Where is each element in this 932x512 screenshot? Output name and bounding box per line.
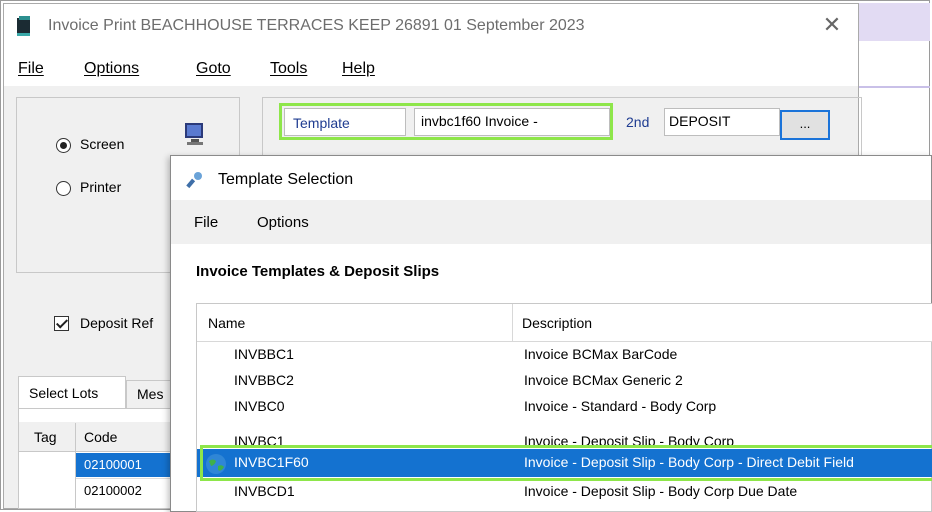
radio-screen[interactable]	[56, 138, 71, 153]
col-description[interactable]: Description	[522, 315, 592, 331]
monitor-icon	[185, 123, 203, 145]
main-window-title: Invoice Print BEACHHOUSE TERRACES KEEP 2…	[48, 17, 585, 34]
menu-goto[interactable]: Goto	[196, 60, 231, 78]
menu-options[interactable]: Options	[84, 60, 139, 78]
template-name: INVBCD1	[234, 483, 295, 499]
menu-tools[interactable]: Tools	[270, 60, 307, 78]
browse-template-button[interactable]: ...	[780, 110, 830, 140]
template-row[interactable]: INVBBC1 Invoice BCMax BarCode	[197, 343, 932, 367]
menu-help[interactable]: Help	[342, 60, 375, 78]
radio-printer[interactable]	[56, 181, 71, 196]
dialog-menu-options[interactable]: Options	[257, 214, 309, 231]
template-name: INVBC0	[234, 398, 285, 414]
template-highlight	[279, 103, 613, 140]
template-name: INVBBC1	[234, 346, 294, 362]
menu-file[interactable]: File	[18, 60, 44, 78]
column-separator[interactable]	[512, 304, 513, 342]
background-window-strip	[859, 3, 930, 41]
tab-messages-label: Mes	[137, 386, 164, 402]
template-row[interactable]: INVBC0 Invoice - Standard - Body Corp	[197, 395, 932, 419]
template-description: Invoice BCMax BarCode	[524, 346, 678, 362]
template-row[interactable]: INVBC1 Invoice - Deposit Slip - Body Cor…	[197, 420, 932, 448]
template-description: Invoice - Deposit Slip - Body Corp Due D…	[524, 483, 798, 499]
col-code: Code	[84, 429, 118, 445]
tab-select-lots[interactable]: Select Lots	[18, 376, 126, 408]
col-tag: Tag	[34, 429, 57, 445]
second-template-label: 2nd	[626, 114, 650, 130]
radio-printer-label: Printer	[80, 179, 122, 195]
dialog-heading: Invoice Templates & Deposit Slips	[196, 263, 440, 280]
deposit-ref-label: Deposit Ref	[80, 315, 154, 331]
main-menubar: File Options Goto Tools Help	[4, 52, 858, 86]
selected-row-highlight	[200, 445, 932, 481]
close-icon[interactable]: ✕	[818, 12, 846, 38]
template-description: Invoice - Standard - Body Corp	[524, 398, 717, 414]
col-name[interactable]: Name	[208, 315, 245, 331]
radio-screen-label: Screen	[80, 136, 125, 152]
wrench-icon	[186, 172, 202, 189]
app-book-icon	[17, 16, 30, 36]
lot-code: 02100001	[84, 457, 142, 472]
tab-select-lots-label: Select Lots	[29, 385, 99, 401]
deposit-ref-checkbox[interactable]	[54, 316, 69, 331]
dialog-menu-file[interactable]: File	[194, 214, 218, 231]
template-row[interactable]: INVBCD1 Invoice - Deposit Slip - Body Co…	[197, 480, 932, 504]
template-description: Invoice BCMax Generic 2	[524, 372, 683, 388]
dialog-menubar: File Options	[171, 200, 931, 244]
template-row[interactable]: INVBBC2 Invoice BCMax Generic 2	[197, 369, 932, 393]
background-divider	[859, 86, 930, 88]
template-name: INVBBC2	[234, 372, 294, 388]
dialog-title: Template Selection	[218, 171, 354, 188]
second-template-field[interactable]: DEPOSIT	[664, 108, 780, 136]
lot-code: 02100002	[84, 483, 142, 498]
second-template-value: DEPOSIT	[669, 113, 731, 129]
